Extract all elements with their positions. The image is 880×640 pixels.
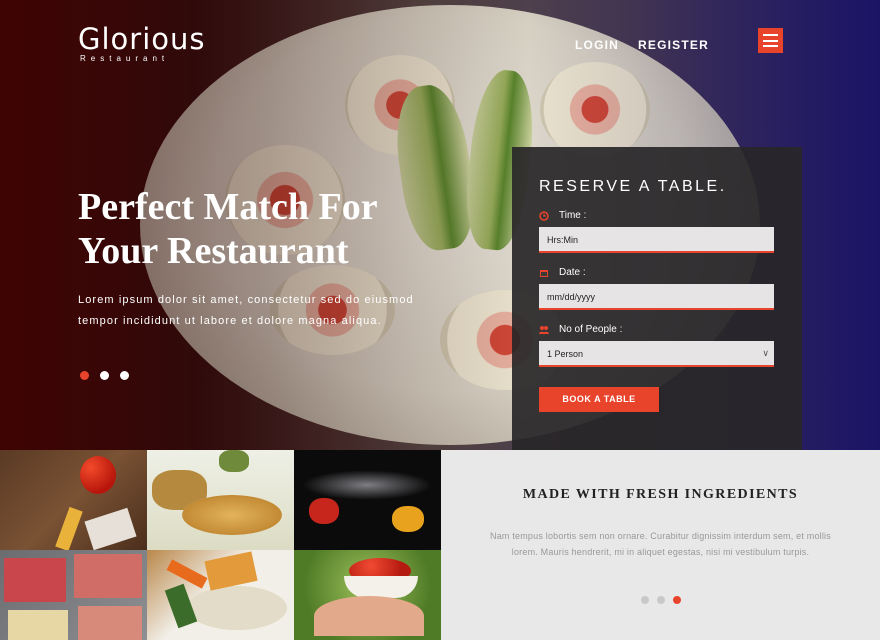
slider-dot[interactable] [672, 596, 681, 604]
reserve-title: RESERVE A TABLE. [539, 178, 727, 195]
date-label-text: Date : [559, 267, 586, 278]
fresh-ingredients-text-line1: Nam tempus lobortis sem non ornare. Cura… [490, 531, 831, 541]
reserve-table-form: RESERVE A TABLE. Time : Hrs:Min Date : m… [512, 147, 802, 450]
time-label: Time : [539, 210, 775, 221]
clock-icon [539, 210, 549, 221]
fresh-ingredients-section: MADE WITH FRESH INGREDIENTS Nam tempus l… [441, 450, 880, 640]
register-link[interactable]: REGISTER [638, 38, 709, 52]
people-select-value: 1 Person [547, 349, 584, 359]
food-photo-buffet [0, 550, 147, 640]
fresh-ingredients-text: Nam tempus lobortis sem non ornare. Cura… [461, 528, 861, 560]
hero-headline-line2: Your Restaurant [78, 230, 349, 272]
brand-logo[interactable]: Glorious Restaurant [78, 22, 205, 63]
hero-headline: Perfect Match For Your Restaurant [78, 185, 498, 273]
people-select[interactable]: 1 Person ∨ [539, 341, 774, 367]
info-slider-dots [441, 596, 880, 604]
date-label: Date : [539, 267, 775, 278]
slider-dot[interactable] [100, 371, 109, 380]
chevron-down-icon: ∨ [762, 348, 769, 358]
date-input[interactable]: mm/dd/yyyy [539, 284, 774, 310]
food-photo-plated-dish [147, 550, 294, 640]
hero-section: Glorious Restaurant LOGIN REGISTER Perfe… [0, 0, 880, 450]
hero-slider-dots [80, 371, 129, 380]
hero-paragraph: Lorem ipsum dolor sit amet, consectetur … [78, 290, 498, 332]
slider-dot[interactable] [80, 371, 89, 380]
hero-headline-line1: Perfect Match For [78, 186, 378, 228]
time-label-text: Time : [559, 210, 587, 221]
hamburger-menu-icon[interactable] [758, 28, 783, 53]
people-label: No of People : [539, 324, 775, 335]
calendar-icon [540, 269, 548, 277]
food-photo-tomato-bowl [294, 550, 441, 640]
food-photo-nuts [147, 450, 294, 550]
login-link[interactable]: LOGIN [575, 38, 619, 52]
slider-dot[interactable] [640, 596, 649, 604]
book-table-button[interactable]: BOOK A TABLE [539, 387, 659, 412]
slider-dot[interactable] [656, 596, 665, 604]
people-label-text: No of People : [559, 324, 623, 335]
hero-paragraph-line2: tempor incididunt ut labore et dolore ma… [78, 315, 382, 327]
brand-name: Glorious [78, 22, 206, 56]
fresh-ingredients-title: MADE WITH FRESH INGREDIENTS [522, 487, 799, 502]
fresh-ingredients-text-line2: lorem. Mauris hendrerit, mi in aliquet e… [511, 547, 810, 557]
people-icon [539, 325, 549, 334]
food-photo-peppers-splash [294, 450, 441, 550]
slider-dot[interactable] [120, 371, 129, 380]
hero-paragraph-line1: Lorem ipsum dolor sit amet, consectetur … [78, 294, 414, 306]
food-photo-tomatoes [0, 450, 147, 550]
time-input[interactable]: Hrs:Min [539, 227, 774, 253]
